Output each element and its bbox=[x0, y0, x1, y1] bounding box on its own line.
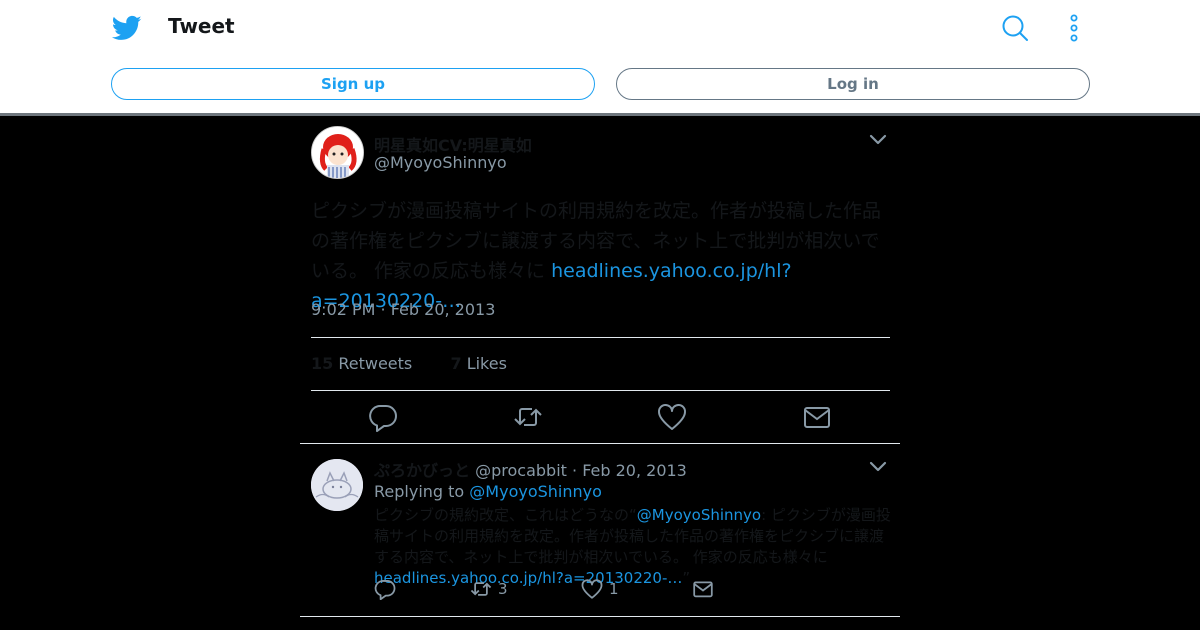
replying-to-link[interactable]: @MyoyoShinnyo bbox=[469, 482, 602, 501]
avatar-image bbox=[312, 127, 363, 178]
divider bbox=[311, 337, 890, 338]
twitter-bird-icon[interactable] bbox=[111, 13, 143, 43]
tweet-stats: 15 Retweets 7 Likes bbox=[311, 354, 507, 373]
avatar[interactable] bbox=[311, 459, 363, 511]
reply-header: ぷろかびっと @procabbit · Feb 20, 2013 bbox=[374, 457, 687, 481]
likes-count[interactable]: 7 bbox=[450, 354, 461, 373]
avatar[interactable] bbox=[311, 126, 364, 179]
divider bbox=[311, 390, 890, 391]
search-icon[interactable] bbox=[1000, 13, 1030, 43]
author-handle[interactable]: @MyoyoShinnyo bbox=[374, 153, 507, 172]
retweet-action[interactable]: 3 bbox=[470, 578, 508, 600]
chevron-down-icon[interactable] bbox=[869, 461, 887, 473]
retweets-count[interactable]: 15 bbox=[311, 354, 333, 373]
tweet-thread: 明星真如CV:明星真如 @MyoyoShinnyo ピクシブが漫画投稿サイトの利… bbox=[300, 116, 900, 630]
top-bar: Tweet Sign up Log in bbox=[0, 0, 1200, 113]
reply-icon bbox=[374, 580, 396, 600]
share-action[interactable] bbox=[692, 578, 720, 600]
replying-label: Replying to bbox=[374, 482, 465, 501]
reply-action[interactable] bbox=[374, 578, 402, 600]
reply-body: ピクシブの規約改定、これはどうなの“ bbox=[374, 506, 637, 524]
share-mail-icon bbox=[693, 581, 713, 598]
replying-to: Replying to @MyoyoShinnyo bbox=[374, 482, 602, 501]
avatar-image bbox=[311, 459, 363, 511]
signup-button[interactable]: Sign up bbox=[111, 68, 595, 100]
more-vertical-icon[interactable] bbox=[1062, 13, 1086, 43]
reply-mention[interactable]: @MyoyoShinnyo bbox=[637, 506, 761, 524]
retweets-label[interactable]: Retweets bbox=[338, 354, 412, 373]
like-icon[interactable] bbox=[657, 402, 687, 432]
reply-like-count: 1 bbox=[609, 580, 619, 598]
reply-retweet-count: 3 bbox=[498, 580, 508, 598]
retweet-icon[interactable] bbox=[513, 402, 543, 432]
reply-text: ピクシブの規約改定、これはどうなの“@MyoyoShinnyo: ピクシブが漫画… bbox=[374, 505, 892, 589]
reply-link[interactable]: headlines.yahoo.co.jp/hl?a=20130220-… bbox=[374, 569, 682, 587]
tweet-timestamp[interactable]: 9:02 PM · Feb 20, 2013 bbox=[311, 300, 495, 319]
retweet-icon bbox=[470, 582, 492, 596]
reply-quote-close: ” bbox=[682, 569, 691, 587]
reply-date[interactable]: · Feb 20, 2013 bbox=[572, 461, 687, 480]
login-button[interactable]: Log in bbox=[616, 68, 1090, 100]
divider bbox=[300, 616, 900, 617]
chevron-down-icon[interactable] bbox=[869, 134, 887, 146]
tweet-text: ピクシブが漫画投稿サイトの利用規約を改定。作者が投稿した作品の著作権をピクシブに… bbox=[311, 196, 891, 316]
page-title: Tweet bbox=[168, 14, 235, 38]
share-mail-icon[interactable] bbox=[802, 402, 832, 432]
like-icon bbox=[581, 579, 603, 599]
reply-author-handle[interactable]: @procabbit bbox=[475, 461, 567, 480]
reply-icon[interactable] bbox=[368, 402, 398, 432]
like-action[interactable]: 1 bbox=[581, 578, 619, 600]
reply-author-name[interactable]: ぷろかびっと bbox=[374, 461, 470, 480]
divider bbox=[300, 443, 900, 444]
likes-label[interactable]: Likes bbox=[467, 354, 507, 373]
